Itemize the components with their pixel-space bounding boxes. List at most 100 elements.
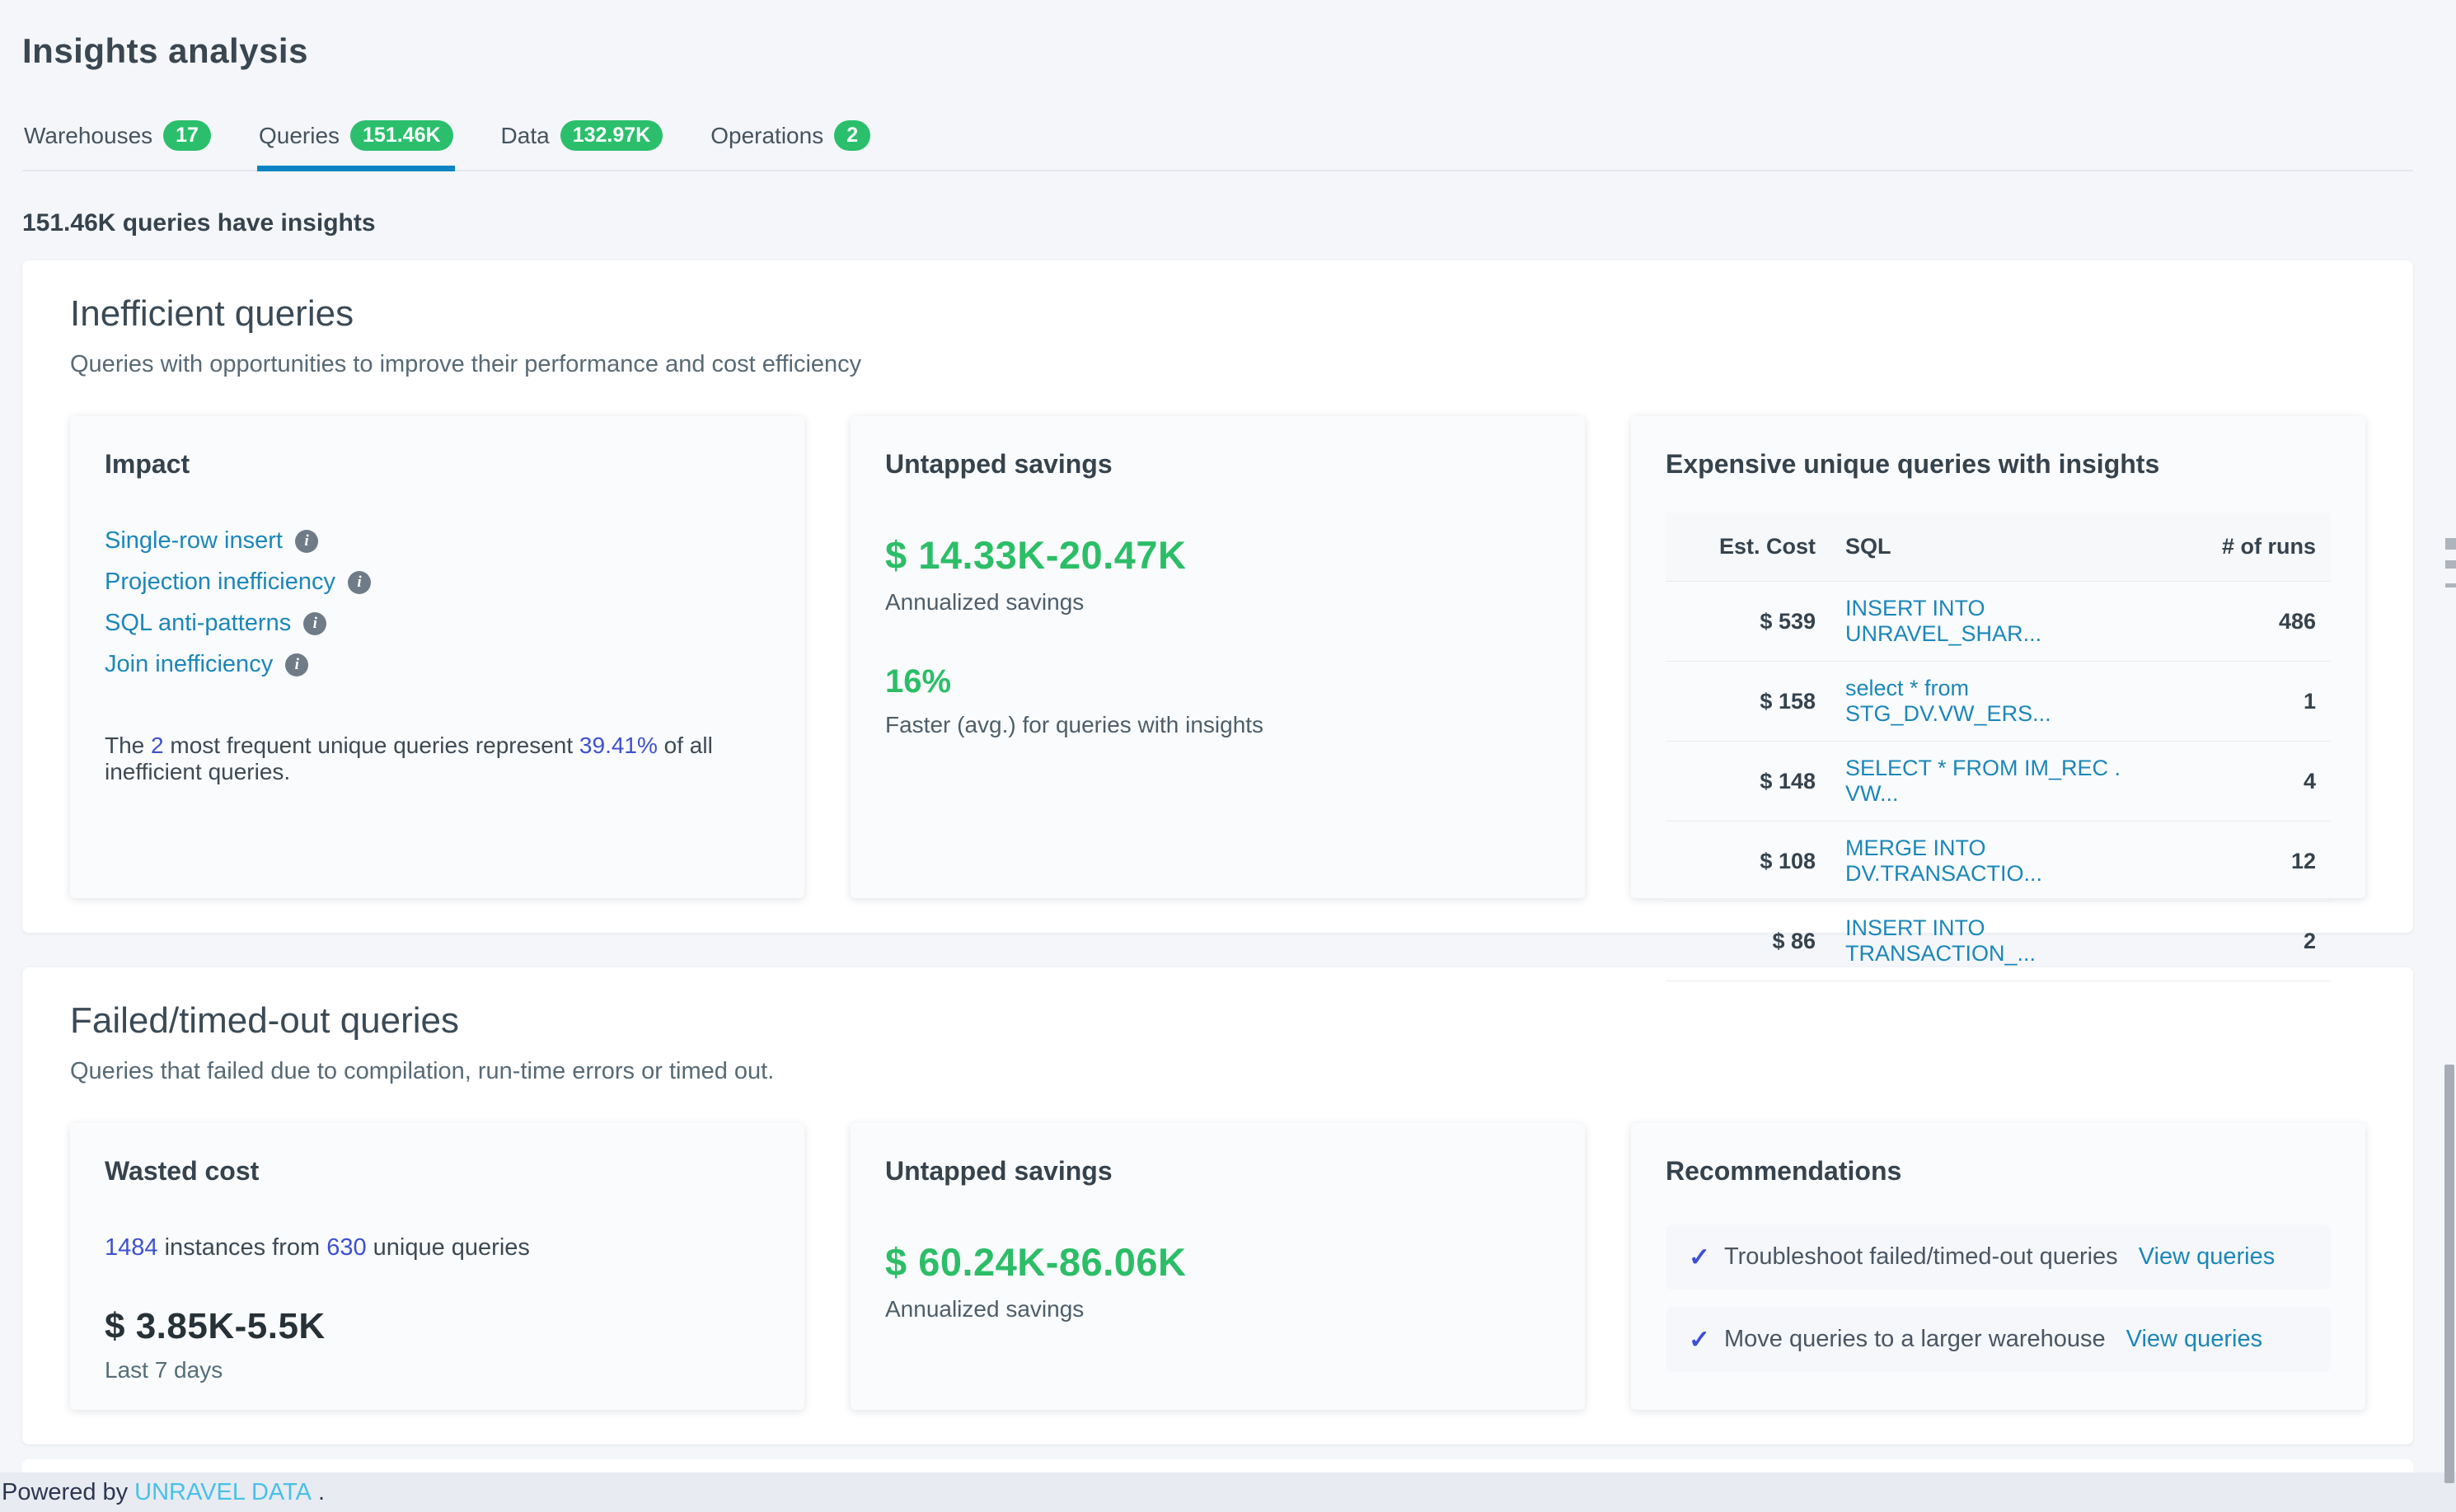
annualized-savings-label: Annualized savings	[885, 1296, 1550, 1322]
est-cost-value: $ 86	[1666, 901, 1830, 981]
tab-data[interactable]: Data 132.97K	[499, 120, 665, 171]
next-section-card-top	[22, 1459, 2413, 1472]
tab-warehouses[interactable]: Warehouses 17	[22, 120, 213, 171]
inefficient-queries-section: Inefficient queries Queries with opportu…	[22, 260, 2413, 933]
expensive-queries-card: Expensive unique queries with insights E…	[1631, 416, 2365, 898]
expensive-queries-table: Est. Cost SQL # of runs $ 539 INSERT INT…	[1666, 513, 2331, 981]
faster-percentage: 16%	[885, 663, 1550, 700]
tab-bar: Warehouses 17 Queries 151.46K Data 132.9…	[22, 120, 2413, 171]
column-header-runs: # of runs	[2141, 513, 2331, 582]
frequent-query-count: 2	[151, 733, 164, 758]
card-title: Impact	[105, 449, 770, 480]
est-cost-value: $ 108	[1666, 822, 1830, 901]
info-icon[interactable]: i	[303, 612, 326, 635]
view-queries-link[interactable]: View queries	[2139, 1243, 2276, 1271]
est-cost-value: $ 158	[1666, 662, 1830, 742]
impact-card: Impact Single-row insert i Projection in…	[70, 416, 804, 898]
main-content: Insights analysis Warehouses 17 Queries …	[0, 0, 2456, 1444]
info-icon[interactable]: i	[285, 653, 308, 676]
section-subtitle: Queries with opportunities to improve th…	[70, 351, 2365, 378]
recommendations-card: Recommendations ✓ Troubleshoot failed/ti…	[1631, 1123, 2365, 1410]
wasted-cost-period: Last 7 days	[105, 1357, 770, 1383]
runs-value: 1	[2141, 662, 2331, 742]
untapped-savings-card: Untapped savings $ 14.33K-20.47K Annuali…	[851, 416, 1585, 898]
tab-label: Queries	[259, 123, 340, 149]
inefficient-percentage: 39.41%	[579, 733, 658, 758]
tab-label: Operations	[710, 123, 823, 149]
view-queries-link[interactable]: View queries	[2126, 1326, 2263, 1353]
wasted-cost-card: Wasted cost 1484 instances from 630 uniq…	[70, 1123, 804, 1410]
info-icon[interactable]: i	[348, 571, 371, 594]
tab-count-badge: 132.97K	[560, 120, 663, 151]
sql-query-link[interactable]: INSERT INTO UNRAVEL_SHAR...	[1830, 582, 2141, 662]
list-item: Join inefficiency i	[105, 651, 770, 678]
sql-anti-patterns-link[interactable]: SQL anti-patterns	[105, 610, 291, 637]
recommendation-text: Move queries to a larger warehouse	[1724, 1326, 2106, 1353]
tab-label: Data	[501, 123, 550, 149]
summary-heading: 151.46K queries have insights	[22, 209, 2413, 237]
table-header-row: Est. Cost SQL # of runs	[1666, 513, 2331, 582]
table-row: $ 158 select * from STG_DV.VW_ERS... 1	[1666, 662, 2331, 742]
checkmark-icon: ✓	[1689, 1244, 1710, 1270]
sql-query-link[interactable]: SELECT * FROM IM_REC . VW...	[1830, 742, 2141, 822]
runs-value: 4	[2141, 742, 2331, 822]
list-item: ✓ Troubleshoot failed/timed-out queries …	[1666, 1224, 2331, 1290]
list-item: Single-row insert i	[105, 527, 770, 555]
section-title: Inefficient queries	[70, 293, 2365, 335]
card-title: Untapped savings	[885, 1156, 1550, 1187]
card-title: Untapped savings	[885, 449, 1550, 480]
impact-link-list: Single-row insert i Projection inefficie…	[105, 527, 770, 678]
faster-percentage-label: Faster (avg.) for queries with insights	[885, 712, 1550, 738]
est-cost-value: $ 539	[1666, 582, 1830, 662]
checkmark-icon: ✓	[1689, 1327, 1710, 1352]
sql-query-link[interactable]: select * from STG_DV.VW_ERS...	[1830, 662, 2141, 742]
runs-value: 2	[2141, 901, 2331, 981]
powered-by-label: Powered by	[2, 1479, 128, 1506]
unique-queries-count-link[interactable]: 630	[326, 1234, 366, 1261]
column-header-sql: SQL	[1830, 513, 2141, 582]
annualized-savings-amount: $ 14.33K-20.47K	[885, 532, 1550, 578]
card-title: Recommendations	[1666, 1156, 2331, 1187]
join-inefficiency-link[interactable]: Join inefficiency	[105, 651, 273, 678]
scrollbar-thumb[interactable]	[2444, 1065, 2454, 1483]
sql-query-link[interactable]: MERGE INTO DV.TRANSACTIO...	[1830, 822, 2141, 901]
unravel-data-link[interactable]: UNRAVEL DATA	[134, 1479, 312, 1506]
tab-label: Warehouses	[24, 123, 152, 149]
tab-count-badge: 151.46K	[350, 120, 453, 151]
column-header-est-cost: Est. Cost	[1666, 513, 1830, 582]
card-title: Expensive unique queries with insights	[1666, 449, 2331, 480]
table-row: $ 108 MERGE INTO DV.TRANSACTIO... 12	[1666, 822, 2331, 901]
tab-count-badge: 17	[163, 120, 211, 151]
list-item: ✓ Move queries to a larger warehouse Vie…	[1666, 1307, 2331, 1372]
section-subtitle: Queries that failed due to compilation, …	[70, 1058, 2365, 1085]
page-title: Insights analysis	[22, 31, 2413, 71]
single-row-insert-link[interactable]: Single-row insert	[105, 527, 283, 555]
tab-queries[interactable]: Queries 151.46K	[257, 120, 455, 171]
table-row: $ 539 INSERT INTO UNRAVEL_SHAR... 486	[1666, 582, 2331, 662]
table-row: $ 148 SELECT * FROM IM_REC . VW... 4	[1666, 742, 2331, 822]
list-item: Projection inefficiency i	[105, 569, 770, 596]
impact-summary-sentence: The 2 most frequent unique queries repre…	[105, 733, 770, 785]
projection-inefficiency-link[interactable]: Projection inefficiency	[105, 569, 335, 596]
annualized-savings-amount: $ 60.24K-86.06K	[885, 1239, 1550, 1285]
wasted-cost-amount: $ 3.85K-5.5K	[105, 1306, 770, 1347]
section-title: Failed/timed-out queries	[70, 1000, 2365, 1042]
recommendation-text: Troubleshoot failed/timed-out queries	[1724, 1243, 2118, 1271]
scrollbar-mark	[2445, 560, 2456, 569]
info-icon[interactable]: i	[295, 530, 318, 553]
instances-count-link[interactable]: 1484	[105, 1234, 158, 1261]
recommendation-list: ✓ Troubleshoot failed/timed-out queries …	[1666, 1224, 2331, 1372]
untapped-savings-card-failed: Untapped savings $ 60.24K-86.06K Annuali…	[851, 1123, 1585, 1410]
sql-query-link[interactable]: INSERT INTO TRANSACTION_...	[1830, 901, 2141, 981]
annualized-savings-label: Annualized savings	[885, 589, 1550, 616]
tab-count-badge: 2	[834, 120, 870, 151]
est-cost-value: $ 148	[1666, 742, 1830, 822]
footer: Powered by UNRAVEL DATA .	[0, 1472, 2456, 1512]
tab-operations[interactable]: Operations 2	[709, 120, 872, 171]
list-item: SQL anti-patterns i	[105, 610, 770, 637]
footer-period: .	[318, 1479, 325, 1506]
scrollbar-mark	[2445, 583, 2456, 587]
runs-value: 486	[2141, 582, 2331, 662]
wasted-cost-sentence: 1484 instances from 630 unique queries	[105, 1234, 770, 1262]
failed-queries-section: Failed/timed-out queries Queries that fa…	[22, 967, 2413, 1444]
